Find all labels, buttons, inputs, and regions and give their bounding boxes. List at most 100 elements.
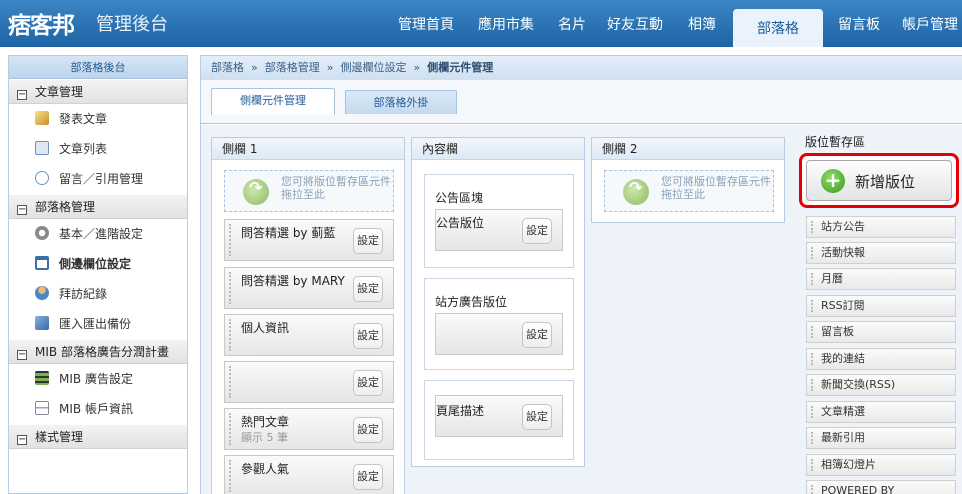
tab-bar: 側欄元件管理 部落格外掛 [201, 80, 962, 124]
breadcrumb-link-sidebar-settings[interactable]: 側邊欄位設定 [340, 61, 406, 74]
widget-settings-button[interactable]: 設定 [522, 404, 552, 430]
widget-title: 問答精選 by 蓟藍 [241, 226, 336, 240]
sidebar-item-visitors[interactable]: 拜訪紀錄 [9, 279, 187, 309]
widget-qa-2[interactable]: 問答精選 by MARY 設定 [224, 267, 394, 309]
column-title: 內容欄 [412, 138, 584, 160]
sidebar-item-label: 拜訪紀錄 [59, 287, 108, 301]
nav-account[interactable]: 帳戶管理 [902, 14, 958, 34]
sidebar-item-backup[interactable]: 匯入匯出備份 [9, 309, 187, 339]
sidebar-item-label: 側邊欄位設定 [59, 257, 132, 271]
drop-zone[interactable]: 您可將版位暫存區元件拖拉至此 [604, 170, 774, 212]
nav-app-market[interactable]: 應用市集 [478, 14, 534, 34]
collapse-icon[interactable]: − [17, 90, 27, 100]
stash-item[interactable]: 最新引用 [806, 427, 956, 449]
widget-title: 熱門文章 [241, 415, 290, 429]
sidebar-item-comments[interactable]: 留言／引用管理 [9, 164, 187, 194]
sidebar-item-label: 發表文章 [59, 112, 108, 126]
collapse-icon[interactable]: − [17, 350, 27, 360]
sidebar-item-label: MIB 廣告設定 [59, 372, 133, 386]
nav-home[interactable]: 管理首頁 [398, 14, 454, 34]
widget-profile[interactable]: 個人資訊 設定 [224, 314, 394, 356]
breadcrumb-link-blog[interactable]: 部落格 [211, 61, 244, 74]
nav-album[interactable]: 相簿 [688, 14, 716, 34]
widget-visitor-count[interactable]: 參觀人氣 設定 [224, 455, 394, 494]
drop-hint: 您可將版位暫存區元件拖拉至此 [661, 175, 771, 201]
tab-widget-management[interactable]: 側欄元件管理 [211, 88, 335, 115]
backup-icon [35, 316, 49, 330]
drop-zone[interactable]: 您可將版位暫存區元件拖拉至此 [224, 170, 394, 212]
sidebar-item-new-post[interactable]: 發表文章 [9, 104, 187, 134]
column-title: 側欄 2 [592, 138, 784, 160]
widget-untitled[interactable]: 設定 [224, 361, 394, 403]
stash-item[interactable]: 我的連結 [806, 348, 956, 370]
site-logo[interactable]: 痞客邦 [8, 6, 75, 40]
widget-title: 問答精選 by MARY [241, 274, 345, 288]
drag-arrow-icon [623, 179, 649, 205]
breadcrumb-separator: » [326, 61, 334, 74]
visitors-icon [35, 286, 49, 300]
section-articles[interactable]: − 文章管理 [9, 79, 187, 104]
widget-settings-button[interactable]: 設定 [353, 370, 383, 396]
drag-handle-icon[interactable] [229, 413, 232, 445]
widget-title: 公告版位 [436, 216, 485, 230]
drag-handle-icon[interactable] [229, 272, 232, 304]
site-ad-block[interactable]: 站方廣告版位 設定 [424, 278, 574, 370]
widget-qa-1[interactable]: 問答精選 by 蓟藍 設定 [224, 219, 394, 261]
film-icon [35, 371, 49, 385]
stash-item[interactable]: 留言板 [806, 321, 956, 343]
sidebar-item-mib-ad[interactable]: MIB 廣告設定 [9, 364, 187, 394]
stash-item[interactable]: POWERED BY [806, 480, 956, 494]
widget-settings-button[interactable]: 設定 [522, 322, 552, 348]
section-label: MIB 部落格廣告分潤計畫 [35, 345, 169, 359]
drag-handle-icon[interactable] [229, 319, 232, 351]
stash-item[interactable]: RSS訂閱 [806, 295, 956, 317]
sidebar-item-sidebar-settings[interactable]: 側邊欄位設定 [9, 249, 187, 279]
nav-namecard[interactable]: 名片 [558, 14, 586, 34]
widget-settings-button[interactable]: 設定 [353, 228, 383, 254]
footer-block[interactable]: 頁尾描述 設定 [424, 380, 574, 460]
drag-handle-icon[interactable] [229, 366, 232, 398]
nav-friends[interactable]: 好友互動 [607, 14, 663, 34]
stash-item[interactable]: 文章精選 [806, 401, 956, 423]
breadcrumb-separator: » [251, 61, 258, 74]
stash-item[interactable]: 相簿幻燈片 [806, 454, 956, 476]
widget-announcement[interactable]: 公告版位 設定 [435, 209, 563, 251]
widget-settings-button[interactable]: 設定 [353, 417, 383, 443]
section-blog-management[interactable]: − 部落格管理 [9, 194, 187, 219]
stash-item[interactable]: 站方公告 [806, 216, 956, 238]
announcement-block[interactable]: 公告區塊 公告版位 設定 [424, 174, 574, 268]
section-mib[interactable]: − MIB 部落格廣告分潤計畫 [9, 339, 187, 364]
block-title: 站方廣告版位 [435, 295, 508, 309]
widget-settings-button[interactable]: 設定 [353, 323, 383, 349]
section-style[interactable]: − 樣式管理 [9, 424, 187, 449]
block-title: 公告區塊 [435, 191, 484, 205]
drag-handle-icon[interactable] [229, 460, 232, 492]
comment-icon [35, 171, 49, 185]
collapse-icon[interactable]: − [17, 205, 27, 215]
nav-blog[interactable]: 部落格 [733, 9, 823, 47]
section-label: 文章管理 [35, 85, 84, 99]
widget-hot-articles[interactable]: 熱門文章 顯示 5 筆 設定 [224, 408, 394, 450]
sidebar-item-settings[interactable]: 基本／進階設定 [9, 219, 187, 249]
stash-item[interactable]: 月曆 [806, 268, 956, 290]
nav-guestbook[interactable]: 留言板 [838, 14, 880, 34]
sidebar-item-post-list[interactable]: 文章列表 [9, 134, 187, 164]
add-widget-button[interactable]: + 新增版位 [806, 160, 952, 201]
admin-title: 管理後台 [96, 14, 168, 35]
stash-item[interactable]: 新聞交換(RSS) [806, 374, 956, 396]
widget-settings-button[interactable]: 設定 [522, 218, 552, 244]
breadcrumb: 部落格 » 部落格管理 » 側邊欄位設定 » 側欄元件管理 [201, 56, 962, 80]
widget-footer[interactable]: 頁尾描述 設定 [435, 395, 563, 437]
plus-icon: + [821, 169, 845, 193]
section-label: 樣式管理 [35, 430, 84, 444]
sidebar-item-label: 文章列表 [59, 142, 108, 156]
widget-settings-button[interactable]: 設定 [353, 464, 383, 490]
stash-item[interactable]: 活動快報 [806, 242, 956, 264]
breadcrumb-link-blog-management[interactable]: 部落格管理 [265, 61, 320, 74]
sidebar-item-mib-account[interactable]: MIB 帳戶資訊 [9, 394, 187, 424]
drag-handle-icon[interactable] [229, 224, 232, 256]
tab-blog-plugins[interactable]: 部落格外掛 [345, 90, 457, 114]
widget-site-ad[interactable]: 設定 [435, 313, 563, 355]
widget-settings-button[interactable]: 設定 [353, 276, 383, 302]
collapse-icon[interactable]: − [17, 435, 27, 445]
